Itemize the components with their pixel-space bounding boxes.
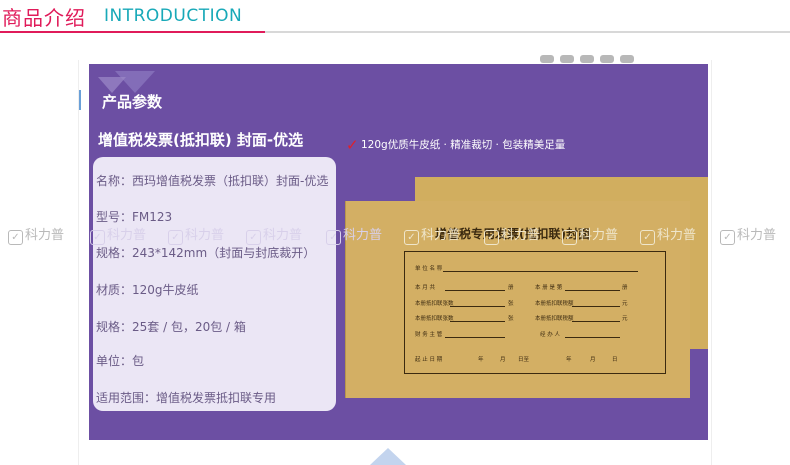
form-line	[450, 321, 505, 322]
form-line	[572, 306, 620, 307]
section-header: 商品介绍 INTRODUCTION	[0, 0, 790, 34]
form-unit-yuan2: 元	[622, 316, 628, 322]
check-icon: ✓	[562, 230, 577, 245]
watermark: ✓ 科力普	[8, 224, 64, 245]
form-label-clerk: 经 办 人	[540, 332, 560, 338]
check-icon: ✓	[8, 230, 23, 245]
form-unit-yuan: 元	[622, 301, 628, 307]
check-icon: ✓	[90, 230, 105, 245]
left-accent-mark	[79, 90, 81, 110]
header-divider	[0, 31, 790, 33]
form-label-count: 本册抵扣联张数	[415, 301, 454, 307]
section-label: 产品参数	[102, 93, 163, 111]
form-line	[450, 306, 505, 307]
check-icon: ✓	[168, 230, 183, 245]
watermark: ✓ 科力普	[720, 224, 776, 245]
form-label-period: 本 月 共	[415, 285, 435, 291]
watermark: ✓ 科力普	[168, 224, 224, 245]
form-day: 日至	[518, 357, 530, 363]
product-features: 120g优质牛皮纸 · 精准裁切 · 包装精美足量	[361, 139, 566, 151]
form-line	[565, 337, 620, 338]
form-unit-zhang2: 张	[508, 316, 514, 322]
header-title-en: INTRODUCTION	[104, 6, 243, 26]
form-month2: 月	[590, 357, 596, 363]
spec-packaging: 规格：25套 / 包，20包 / 箱	[96, 320, 246, 334]
form-day2: 日	[612, 357, 618, 363]
form-label-dates: 起 止 日 期	[415, 357, 443, 363]
form-line	[445, 290, 505, 291]
spec-model: 型号：FM123	[96, 210, 173, 224]
form-label-supervisor: 财 务 主 管	[415, 332, 443, 338]
spec-usage: 适用范围：增值税发票抵扣联专用	[96, 391, 277, 405]
check-icon: ✓	[640, 230, 655, 245]
form-line	[445, 337, 505, 338]
form-line	[565, 290, 620, 291]
bottom-decorative-triangle	[370, 448, 406, 465]
form-unit-ben: 册	[508, 285, 514, 291]
watermark: ✓ 科力普	[484, 224, 540, 245]
form-month: 月	[500, 357, 506, 363]
form-label-page: 本 册 是 第	[535, 285, 563, 291]
form-unit-zhang: 张	[508, 301, 514, 307]
watermark: ✓ 科力普	[326, 224, 382, 245]
form-unit-ben2: 册	[622, 285, 628, 291]
spec-unit: 单位：包	[96, 354, 145, 368]
product-title: 增值税发票(抵扣联) 封面-优选	[98, 131, 304, 149]
check-icon: ✓	[326, 230, 341, 245]
spec-name: 名称：西玛增值税发票（抵扣联）封面-优选	[96, 174, 329, 188]
check-icon: ✓	[720, 230, 735, 245]
envelope-form	[404, 251, 666, 374]
top-blurred-strip	[540, 48, 690, 63]
form-line	[572, 321, 620, 322]
form-year2: 年	[566, 357, 572, 363]
form-year: 年	[478, 357, 484, 363]
watermark: ✓ 科力普	[246, 224, 302, 245]
check-icon: ✓	[484, 230, 499, 245]
form-label-tax: 本册抵扣联税额	[535, 301, 574, 307]
watermark: ✓ 科力普	[90, 224, 146, 245]
header-title-cn: 商品介绍	[2, 6, 86, 30]
watermark: ✓ 科力普	[404, 224, 460, 245]
check-icon: ✓	[246, 230, 261, 245]
form-line	[443, 271, 638, 272]
form-label-count2: 本册抵扣联张数	[415, 316, 454, 322]
check-icon: ✓	[404, 230, 419, 245]
spec-material: 材质：120g牛皮纸	[96, 283, 199, 297]
watermark: ✓ 科力普	[562, 224, 618, 245]
form-label-tax2: 本册抵扣联税额	[535, 316, 574, 322]
check-mark-icon: ✓	[346, 136, 359, 154]
spec-size: 规格：243*142mm（封面与封底裁开）	[96, 246, 316, 260]
form-label-unit: 单 位 名 称	[415, 266, 443, 272]
watermark: ✓ 科力普	[640, 224, 696, 245]
